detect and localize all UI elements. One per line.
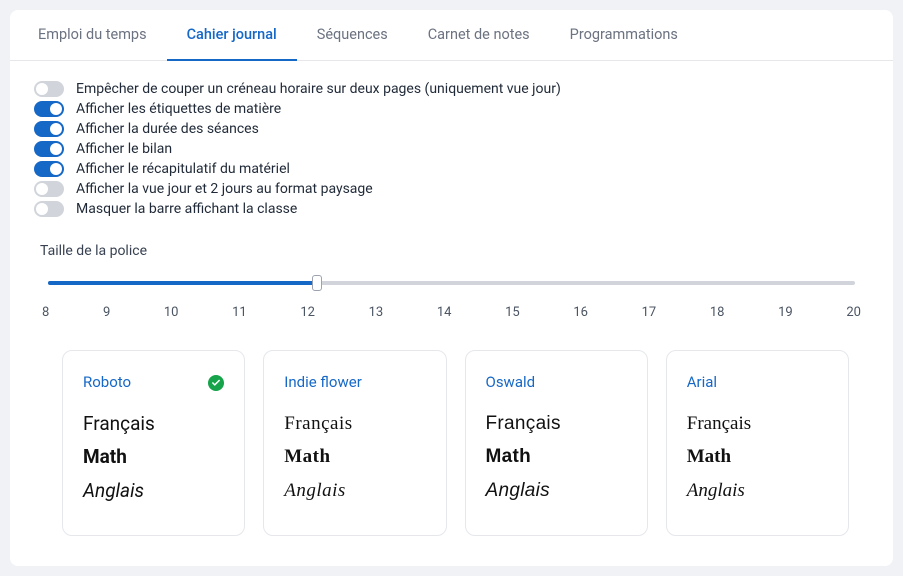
toggle-duration[interactable] bbox=[34, 121, 64, 137]
settings-panel: Emploi du temps Cahier journal Séquences… bbox=[10, 10, 893, 566]
sample-italic: Anglais bbox=[284, 474, 425, 507]
font-name: Roboto bbox=[83, 373, 224, 391]
tab-cahier-journal[interactable]: Cahier journal bbox=[167, 10, 297, 61]
slider-handle[interactable] bbox=[312, 275, 322, 291]
toggle-row-landscape: Afficher la vue jour et 2 jours au forma… bbox=[34, 179, 869, 199]
slider-tick: 19 bbox=[778, 305, 793, 320]
toggle-label: Afficher le bilan bbox=[76, 141, 172, 157]
sample-regular: Français bbox=[486, 407, 627, 440]
toggle-row-prevent-split: Empêcher de couper un créneau horaire su… bbox=[34, 79, 869, 99]
toggle-row-bilan: Afficher le bilan bbox=[34, 139, 869, 159]
slider-tick: 13 bbox=[369, 305, 384, 320]
slider-tick: 10 bbox=[164, 305, 179, 320]
toggle-bilan[interactable] bbox=[34, 141, 64, 157]
font-name: Oswald bbox=[486, 373, 627, 391]
tab-carnet-de-notes[interactable]: Carnet de notes bbox=[408, 10, 550, 61]
font-name: Indie flower bbox=[284, 373, 425, 391]
sample-italic: Anglais bbox=[486, 474, 627, 507]
sample-regular: Français bbox=[284, 407, 425, 440]
font-card-oswald[interactable]: Oswald Français Math Anglais bbox=[465, 350, 648, 536]
slider-tick: 18 bbox=[710, 305, 725, 320]
slider-tick: 20 bbox=[846, 305, 861, 320]
slider-tick: 8 bbox=[42, 305, 49, 320]
font-sample: Français Math Anglais bbox=[486, 407, 627, 507]
toggle-subject-tags[interactable] bbox=[34, 101, 64, 117]
font-name: Arial bbox=[687, 373, 828, 391]
font-card-indie-flower[interactable]: Indie flower Français Math Anglais bbox=[263, 350, 446, 536]
font-sample: Français Math Anglais bbox=[83, 407, 224, 507]
toggle-prevent-split[interactable] bbox=[34, 81, 64, 97]
sample-regular: Français bbox=[687, 407, 828, 440]
toggle-row-materiel: Afficher le récapitulatif du matériel bbox=[34, 159, 869, 179]
font-size-slider[interactable] bbox=[40, 275, 863, 291]
tab-programmations[interactable]: Programmations bbox=[550, 10, 698, 61]
tab-emploi-du-temps[interactable]: Emploi du temps bbox=[18, 10, 167, 61]
toggle-row-hide-class-bar: Masquer la barre affichant la classe bbox=[34, 199, 869, 219]
font-card-arial[interactable]: Arial Français Math Anglais bbox=[666, 350, 849, 536]
font-sample: Français Math Anglais bbox=[284, 407, 425, 507]
tab-bar: Emploi du temps Cahier journal Séquences… bbox=[10, 10, 893, 61]
toggle-label: Afficher la durée des séances bbox=[76, 121, 259, 137]
slider-fill bbox=[48, 281, 317, 285]
slider-ticks: 8 9 10 11 12 13 14 15 16 17 18 19 20 bbox=[40, 305, 863, 320]
font-card-roboto[interactable]: Roboto Français Math Anglais bbox=[62, 350, 245, 536]
slider-tick: 17 bbox=[642, 305, 657, 320]
slider-rail bbox=[48, 281, 855, 285]
sample-italic: Anglais bbox=[83, 474, 224, 507]
toggle-row-subject-tags: Afficher les étiquettes de matière bbox=[34, 99, 869, 119]
sample-bold: Math bbox=[83, 440, 224, 473]
toggle-landscape[interactable] bbox=[34, 181, 64, 197]
sample-bold: Math bbox=[284, 440, 425, 473]
slider-tick: 16 bbox=[573, 305, 588, 320]
font-cards: Roboto Français Math Anglais Indie flowe… bbox=[10, 340, 893, 566]
toggle-label: Masquer la barre affichant la classe bbox=[76, 201, 297, 217]
slider-tick: 15 bbox=[505, 305, 520, 320]
toggle-label: Afficher les étiquettes de matière bbox=[76, 101, 281, 117]
toggle-label: Afficher le récapitulatif du matériel bbox=[76, 161, 290, 177]
sample-regular: Français bbox=[83, 407, 224, 440]
sample-bold: Math bbox=[687, 440, 828, 473]
toggle-hide-class-bar[interactable] bbox=[34, 201, 64, 217]
toggle-label: Afficher la vue jour et 2 jours au forma… bbox=[76, 181, 373, 197]
slider-tick: 14 bbox=[437, 305, 452, 320]
toggle-list: Empêcher de couper un créneau horaire su… bbox=[10, 61, 893, 229]
font-size-section: Taille de la police 8 9 10 11 12 13 14 1… bbox=[10, 229, 893, 340]
toggle-row-duration: Afficher la durée des séances bbox=[34, 119, 869, 139]
slider-title: Taille de la police bbox=[40, 243, 863, 259]
sample-bold: Math bbox=[486, 440, 627, 473]
slider-tick: 12 bbox=[300, 305, 315, 320]
sample-italic: Anglais bbox=[687, 474, 828, 507]
toggle-materiel[interactable] bbox=[34, 161, 64, 177]
tab-sequences[interactable]: Séquences bbox=[297, 10, 408, 61]
font-sample: Français Math Anglais bbox=[687, 407, 828, 507]
slider-tick: 9 bbox=[103, 305, 110, 320]
slider-tick: 11 bbox=[232, 305, 247, 320]
toggle-label: Empêcher de couper un créneau horaire su… bbox=[76, 81, 561, 97]
